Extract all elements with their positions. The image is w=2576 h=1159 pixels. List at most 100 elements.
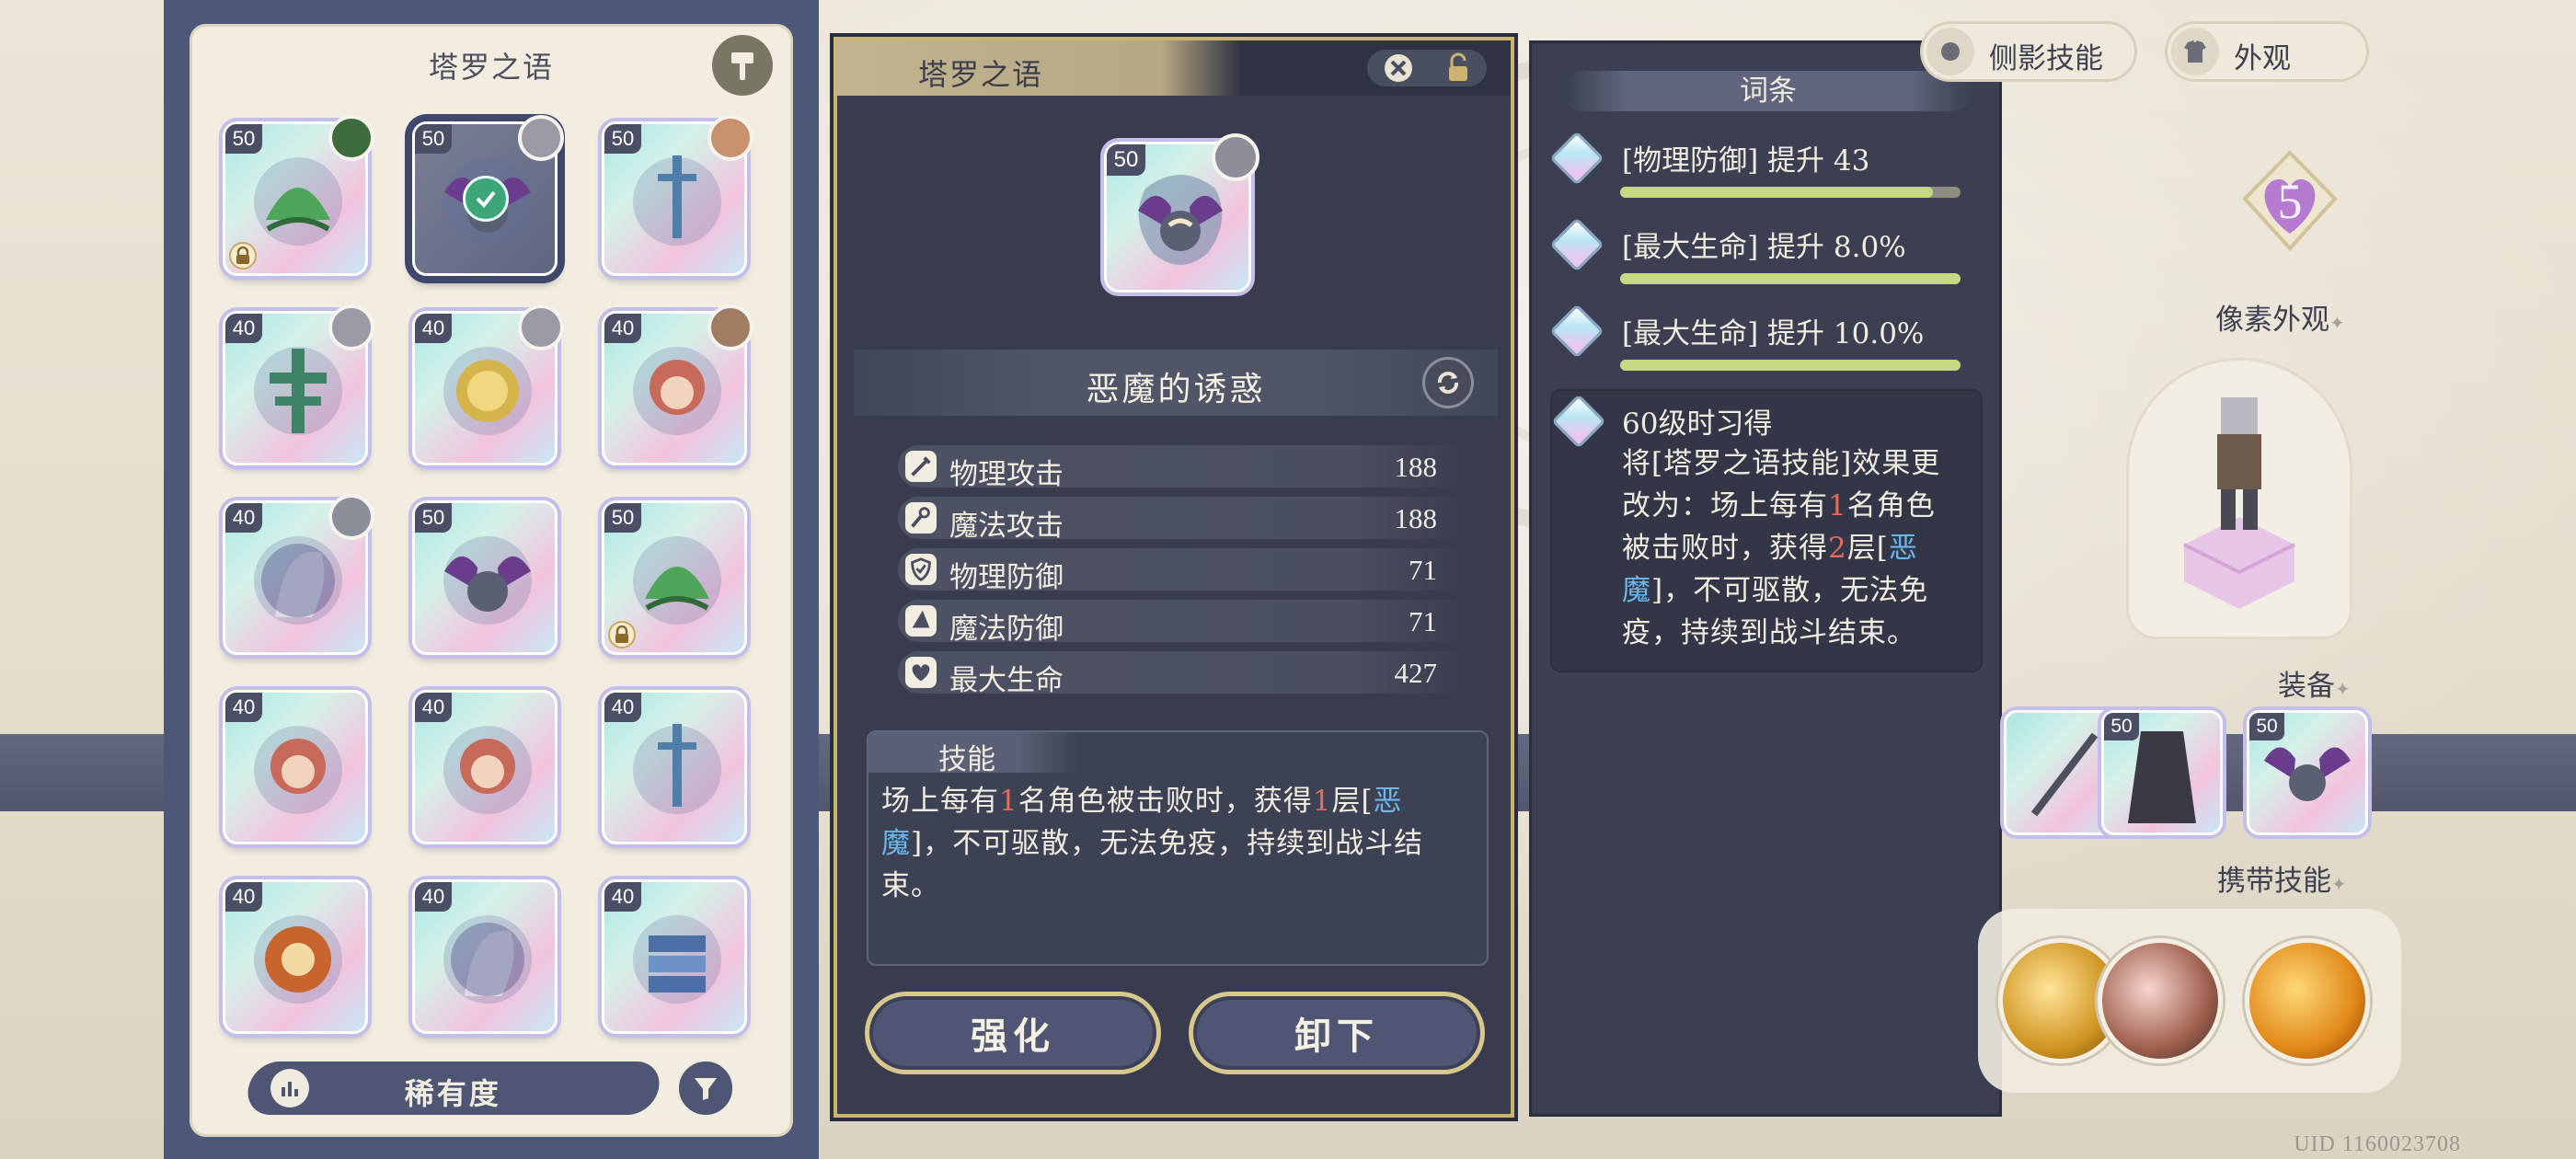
skill-text-part: ]，不可驱散，无法免疫，持续到战斗结束。 [881,827,1424,902]
owner-avatar [707,304,753,350]
card-level: 50 [225,124,262,154]
pixel-appearance-frame[interactable] [2129,361,2350,637]
card-level: 40 [225,882,262,912]
carry-skill-label: 携带技能✦ [2217,857,2347,899]
woman-icon [437,715,538,825]
tarot-card[interactable]: 50 [412,500,558,655]
trait-label: [物理防御] 提升 43 [1622,144,1870,178]
skill-text-part: 层[ [1331,785,1374,818]
discard-icon[interactable] [1382,52,1415,85]
reroll-button[interactable] [1422,357,1474,408]
owner-avatar [328,115,374,161]
skill-slot-3[interactable] [2245,938,2370,1063]
pixel-appearance-text: 像素外观 [2215,304,2329,337]
sparkle-icon: ✦ [2329,312,2345,334]
owner-avatar [518,115,564,161]
tarot-card[interactable]: 40 [223,690,368,844]
tarot-card[interactable]: 40 [223,304,374,465]
item-level: 50 [1107,144,1145,176]
unlock-number: 2 [1828,532,1847,565]
owner-avatar [1212,133,1259,181]
tarot-card[interactable]: 40 [602,879,747,1034]
card-level: 50 [415,503,452,533]
sword-icon [627,146,728,257]
stat-row: 物理防御 71 [898,548,1468,594]
tarot-card[interactable]: 40 [412,690,558,844]
sword-icon [627,715,728,825]
trait-progress-bar [1620,187,1961,198]
card-level: 40 [604,314,641,343]
enhance-label: 强化 [971,1015,1055,1058]
lock-icon [608,621,636,648]
tarot-card[interactable]: 50 [602,115,753,276]
trait-progress-bar [1620,273,1961,284]
user-id: UID 1160023708 [2294,1132,2461,1156]
tab-appearance[interactable]: 外观 [2168,24,2366,79]
unlock-icon[interactable] [1444,52,1472,85]
equipment-label: 装备✦ [2278,662,2351,704]
item-name-bar: 恶魔的诱惑 [854,350,1498,416]
stat-label: 魔法攻击 [949,510,1064,543]
equip-level: 50 [2104,713,2139,740]
trait-label: [最大生命] 提升 8.0% [1622,231,1906,264]
stat-value: 427 [1394,657,1438,689]
card-level: 40 [225,503,262,533]
stat-label: 物理防御 [949,561,1064,594]
tarot-card[interactable]: 40 [602,304,753,465]
unlock-text-part: ]，不可驱散，无法免疫，持续到战斗结束。 [1622,574,1929,649]
card-level: 40 [415,693,452,722]
level-unlock-box: 60级时习得 将[塔罗之语技能]效果更改为：场上每有1名角色被击败时，获得2层[… [1550,389,1983,672]
equip-slot-armor[interactable]: 50 [2101,710,2223,835]
skill-label: 技能 [938,743,995,776]
stat-value: 71 [1409,605,1437,637]
filter-button[interactable] [675,1058,736,1119]
tarot-card[interactable]: 40 [602,690,747,844]
stat-label: 魔法防御 [949,613,1064,646]
trait-progress-fill [1620,273,1961,284]
unlock-number: 1 [1828,489,1847,522]
tab-shadow-skill[interactable]: 侧影技能 [1923,24,2134,79]
skill-number: 1 [1312,785,1332,818]
tarot-card[interactable]: 50 [223,115,374,276]
unequip-button[interactable]: 卸下 [1189,992,1485,1074]
sparkle-icon: ✦ [2331,873,2347,895]
equip-slot-tarot[interactable]: 50 [2247,710,2368,835]
inventory-title: 塔罗之语 [428,50,554,85]
skill-tag: 技能 [868,732,1080,776]
traits-panel: 词条 [物理防御] 提升 43 [最大生命] 提升 8.0% [最大生命] 提升 1… [1529,40,2002,1117]
tarot-card[interactable]: 50 [602,500,747,655]
tarot-card[interactable]: 40 [412,879,558,1034]
enhance-button[interactable]: 强化 [865,992,1161,1074]
tarot-card[interactable]: 40 [223,494,374,655]
skill-text-part: 场上每有 [881,785,999,818]
detail-category: 塔罗之语 [918,57,1044,92]
sparkle-icon: ✦ [2335,678,2351,700]
green-hat-icon [247,146,349,257]
unlock-text-part: 层[ [1846,532,1889,565]
tarot-card[interactable]: 40 [223,879,368,1034]
inventory-panel: 塔罗之语 50 50 50 40 40 40 40 50 50 40 40 40 40 40 40 稀有度 [164,0,819,1159]
card-level: 50 [415,124,452,154]
card-level: 50 [604,124,641,154]
tarot-card[interactable]: 40 [412,304,564,465]
skill-text-part: 名角色被击败时，获得 [1018,785,1313,818]
detail-header: 塔罗之语 [837,40,1511,96]
hammer-button[interactable] [712,35,773,96]
heart-icon [905,657,937,688]
tarot-card[interactable]: 50 [412,115,564,276]
tab-shadow-skill-label: 侧影技能 [1989,42,2103,75]
green-hat-icon [627,525,728,636]
horse-icon [437,904,538,1015]
refresh-icon [1437,372,1459,394]
traits-title-text: 词条 [1740,75,1797,108]
stat-value: 188 [1394,451,1438,483]
skill-slot-2[interactable] [2098,938,2223,1063]
sun-icon [437,336,538,446]
traits-title: 词条 [1565,71,1972,111]
sort-rarity-button[interactable]: 稀有度 [243,1061,664,1115]
wheel-icon [247,904,349,1015]
stat-row: 物理攻击 188 [898,445,1468,491]
unlock-title: 60级时习得 [1622,407,1773,441]
cross-icon [247,336,349,446]
sort-label: 稀有度 [404,1076,501,1111]
